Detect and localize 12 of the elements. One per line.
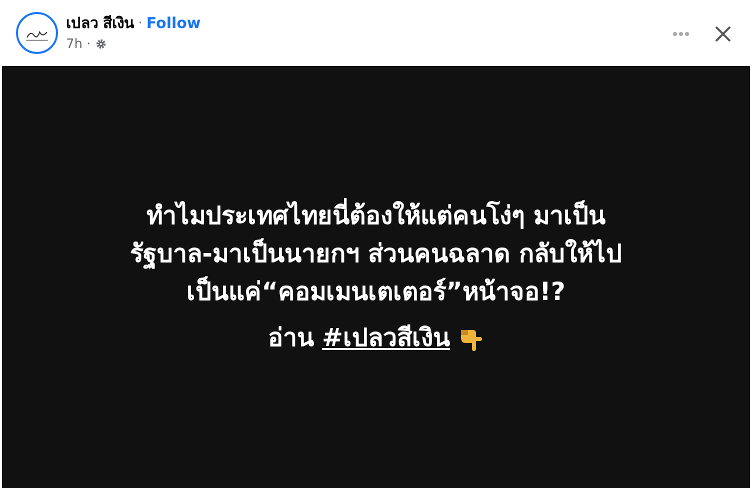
separator: · (138, 14, 142, 32)
hashtag-link[interactable]: #เปลวสีเงิน (322, 319, 450, 357)
post-text: ทำไมประเทศไทยนี่ต้องให้แต่คนโง่ๆ มาเป็น (130, 197, 622, 235)
post-time[interactable]: 7h (66, 34, 83, 54)
post-text: อ่าน (268, 322, 314, 354)
post-text: รัฐบาล-มาเป็นนายกฯ ส่วนคนฉลาด กลับให้ไป (130, 237, 622, 272)
author-name[interactable]: เปลว สีเงิน (66, 12, 134, 34)
post-text: เป็นแค่“คอมเมนเตเตอร์”หน้าจอ!? (186, 275, 566, 308)
separator: · (86, 36, 91, 54)
settings-icon (94, 38, 107, 50)
follow-link[interactable]: Follow (146, 12, 201, 34)
avatar[interactable] (16, 12, 58, 54)
